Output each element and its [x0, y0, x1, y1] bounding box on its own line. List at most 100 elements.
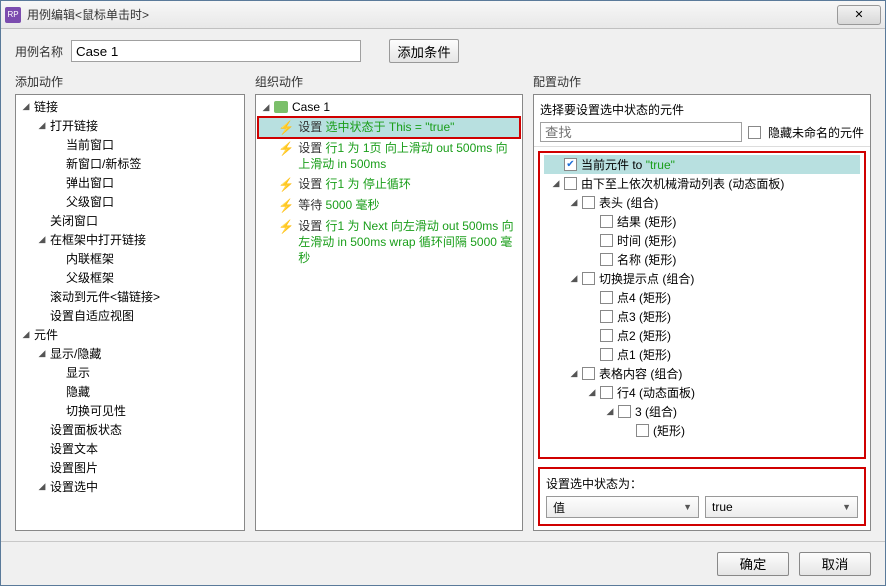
config-tree-item[interactable]: 点4 (矩形)	[544, 288, 860, 307]
tree-item[interactable]: ◢在框架中打开链接	[16, 230, 244, 249]
tree-item-label: 显示/隐藏	[50, 345, 101, 362]
tree-toggle[interactable]: ◢	[568, 368, 580, 380]
tree-item[interactable]: 设置面板状态	[16, 420, 244, 439]
checkbox-icon[interactable]	[600, 348, 613, 361]
content-area: 用例名称 添加条件 添加动作 ◢链接◢打开链接当前窗口新窗口/新标签弹出窗口父级…	[1, 29, 885, 541]
tree-item[interactable]: ◢显示/隐藏	[16, 344, 244, 363]
case-icon	[274, 101, 288, 113]
config-tree-item[interactable]: ◢切换提示点 (组合)	[544, 269, 860, 288]
config-tree[interactable]: 当前元件 to "true"◢由下至上依次机械滑动列表 (动态面板)◢表头 (组…	[538, 151, 866, 459]
actions-panel[interactable]: ◢ Case 1 ⚡设置 选中状态于 This = "true"⚡设置 行1 为…	[255, 94, 523, 531]
tree-item[interactable]: 父级窗口	[16, 192, 244, 211]
config-tree-item[interactable]: ◢行4 (动态面板)	[544, 383, 860, 402]
config-tree-item[interactable]: ◢表格内容 (组合)	[544, 364, 860, 383]
config-tree-item[interactable]: 时间 (矩形)	[544, 231, 860, 250]
close-button[interactable]: ✕	[837, 5, 881, 25]
tree-toggle[interactable]: ◢	[20, 101, 32, 113]
tree-toggle[interactable]: ◢	[550, 178, 562, 190]
tree-toggle[interactable]: ◢	[36, 481, 48, 493]
ok-button[interactable]: 确定	[717, 552, 789, 576]
tree-item-label: 显示	[66, 364, 90, 381]
config-tree-item[interactable]: 点1 (矩形)	[544, 345, 860, 364]
config-item-label: 由下至上依次机械滑动列表 (动态面板)	[581, 175, 784, 192]
config-tree-item[interactable]: 当前元件 to "true"	[544, 155, 860, 174]
config-item-label: 点3 (矩形)	[617, 308, 671, 325]
case-header-label: Case 1	[292, 100, 330, 114]
tree-item[interactable]: ◢设置选中	[16, 477, 244, 496]
tree-item[interactable]: 切换可见性	[16, 401, 244, 420]
tree-item[interactable]: 隐藏	[16, 382, 244, 401]
action-item[interactable]: ⚡设置 行1 为 停止循环	[258, 174, 520, 195]
tree-item[interactable]: 内联框架	[16, 249, 244, 268]
checkbox-icon[interactable]	[600, 310, 613, 323]
config-tree-item[interactable]: 结果 (矩形)	[544, 212, 860, 231]
action-item[interactable]: ⚡设置 选中状态于 This = "true"	[258, 117, 520, 138]
tree-item[interactable]: 弹出窗口	[16, 173, 244, 192]
config-tree-item[interactable]: 名称 (矩形)	[544, 250, 860, 269]
tree-toggle[interactable]: ◢	[586, 387, 598, 399]
case-name-input[interactable]	[71, 40, 361, 62]
config-tree-item[interactable]: ◢表头 (组合)	[544, 193, 860, 212]
tree-toggle[interactable]: ◢	[568, 273, 580, 285]
case-toggle[interactable]: ◢	[260, 101, 272, 113]
checkbox-icon[interactable]	[600, 253, 613, 266]
tree-toggle[interactable]: ◢	[604, 406, 616, 418]
action-item[interactable]: ⚡设置 行1 为 Next 向左滑动 out 500ms 向左滑动 in 500…	[258, 216, 520, 268]
checkbox-icon[interactable]	[582, 196, 595, 209]
add-condition-button[interactable]: 添加条件	[389, 39, 459, 63]
tree-toggle[interactable]: ◢	[36, 234, 48, 246]
checkbox-icon[interactable]	[600, 234, 613, 247]
tree-item[interactable]: 滚动到元件<锚链接>	[16, 287, 244, 306]
tree-item-label: 设置面板状态	[50, 421, 122, 438]
tree-toggle[interactable]: ◢	[36, 348, 48, 360]
tree-item[interactable]: ◢打开链接	[16, 116, 244, 135]
config-title: 选择要设置选中状态的元件	[540, 101, 864, 118]
checkbox-icon[interactable]	[600, 329, 613, 342]
value-type-dropdown[interactable]: 值 ▼	[546, 496, 699, 518]
checkbox-icon[interactable]	[618, 405, 631, 418]
columns: 添加动作 ◢链接◢打开链接当前窗口新窗口/新标签弹出窗口父级窗口关闭窗口◢在框架…	[15, 73, 871, 531]
tree-item[interactable]: 新窗口/新标签	[16, 154, 244, 173]
tree-toggle[interactable]: ◢	[20, 329, 32, 341]
value-dropdown[interactable]: true ▼	[705, 496, 858, 518]
organize-label: 组织动作	[255, 73, 523, 90]
tree-toggle[interactable]: ◢	[36, 120, 48, 132]
config-tree-item[interactable]: 点2 (矩形)	[544, 326, 860, 345]
config-tree-item[interactable]: (矩形)	[544, 421, 860, 440]
checkbox-icon[interactable]	[582, 367, 595, 380]
checkbox-icon[interactable]	[636, 424, 649, 437]
tree-item[interactable]: ◢元件	[16, 325, 244, 344]
config-tree-item[interactable]: ◢ 3 (组合)	[544, 402, 860, 421]
checkbox-icon[interactable]	[600, 291, 613, 304]
action-item[interactable]: ⚡等待 5000 毫秒	[258, 195, 520, 216]
hide-unnamed-checkbox[interactable]: 隐藏未命名的元件	[748, 124, 864, 141]
tree-item-label: 关闭窗口	[50, 212, 98, 229]
checkbox-icon[interactable]	[564, 158, 577, 171]
tree-item[interactable]: 显示	[16, 363, 244, 382]
config-search-input[interactable]	[540, 122, 742, 142]
chevron-down-icon: ▼	[683, 502, 692, 512]
tree-item[interactable]: ◢链接	[16, 97, 244, 116]
tree-item[interactable]: 关闭窗口	[16, 211, 244, 230]
tree-item[interactable]: 父级框架	[16, 268, 244, 287]
config-tree-item[interactable]: ◢ 由下至上依次机械滑动列表 (动态面板)	[544, 174, 860, 193]
checkbox-icon[interactable]	[582, 272, 595, 285]
tree-item[interactable]: 设置图片	[16, 458, 244, 477]
case-header-row[interactable]: ◢ Case 1	[258, 97, 520, 117]
tree-item[interactable]: 设置文本	[16, 439, 244, 458]
tree-item[interactable]: 当前窗口	[16, 135, 244, 154]
checkbox-icon[interactable]	[564, 177, 577, 190]
config-tree-item[interactable]: 点3 (矩形)	[544, 307, 860, 326]
config-item-label: 3 (组合)	[635, 403, 677, 420]
chevron-down-icon: ▼	[842, 502, 851, 512]
action-tree-panel[interactable]: ◢链接◢打开链接当前窗口新窗口/新标签弹出窗口父级窗口关闭窗口◢在框架中打开链接…	[15, 94, 245, 531]
checkbox-icon[interactable]	[600, 386, 613, 399]
tree-item[interactable]: 设置自适应视图	[16, 306, 244, 325]
tree-item-label: 打开链接	[50, 117, 98, 134]
checkbox-icon[interactable]	[600, 215, 613, 228]
action-item[interactable]: ⚡设置 行1 为 1页 向上滑动 out 500ms 向上滑动 in 500ms	[258, 138, 520, 174]
config-item-label: 点2 (矩形)	[617, 327, 671, 344]
tree-toggle[interactable]: ◢	[568, 197, 580, 209]
config-item-label: 名称 (矩形)	[617, 251, 676, 268]
cancel-button[interactable]: 取消	[799, 552, 871, 576]
